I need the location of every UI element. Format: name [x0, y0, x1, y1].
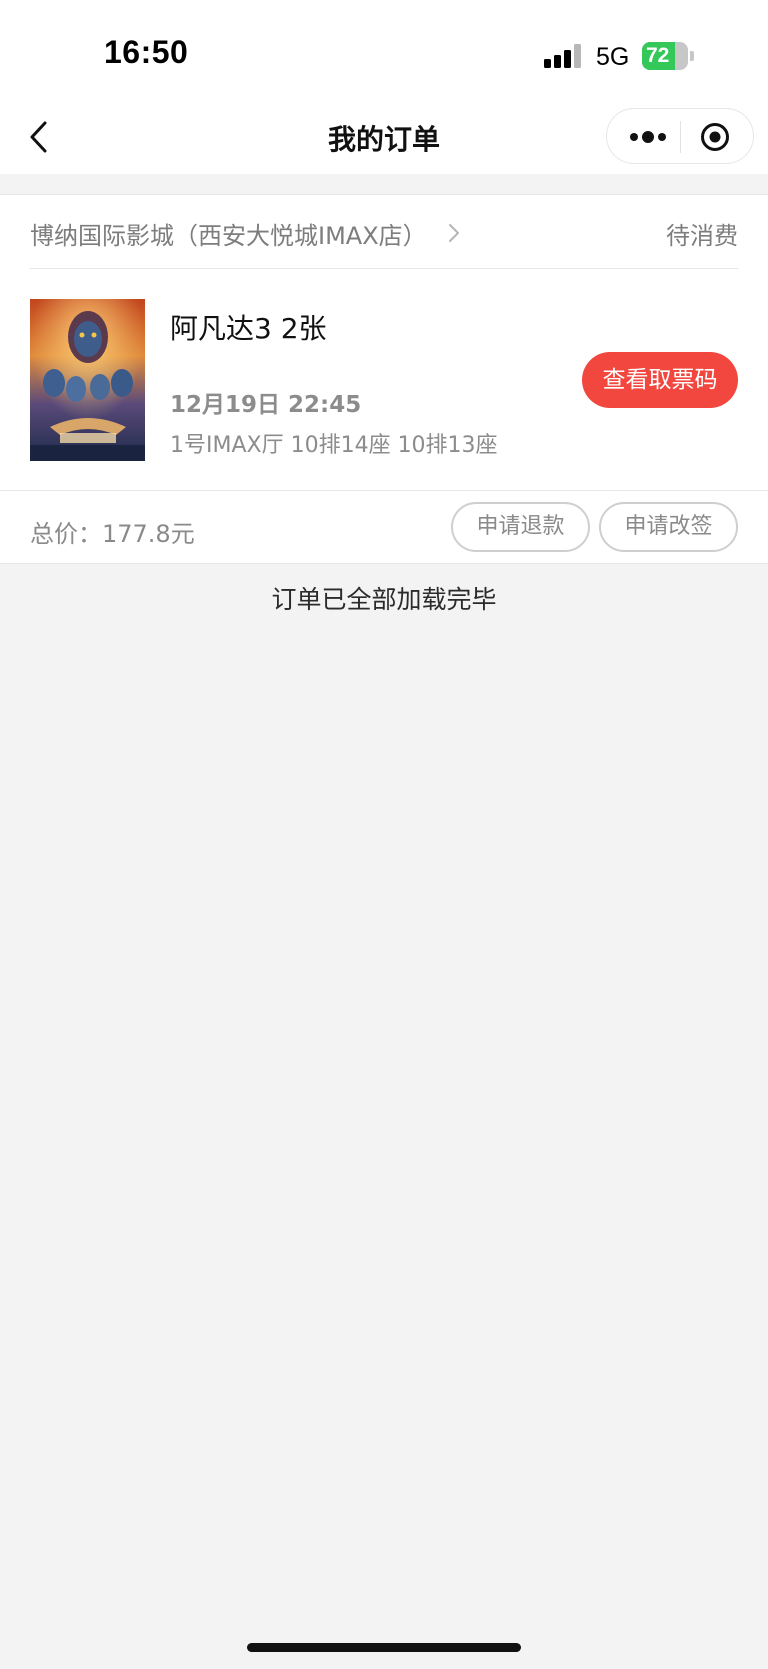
total-price: 总价：177.8元 — [30, 520, 195, 548]
seat-info: 1号IMAX厅 10排14座 10排13座 — [170, 433, 498, 458]
chevron-right-icon — [449, 224, 459, 242]
battery-percentage: 72 — [646, 44, 670, 67]
movie-poster[interactable] — [30, 299, 145, 461]
cinema-name[interactable]: 博纳国际影城（西安大悦城IMAX店） — [30, 216, 427, 251]
navigation-bar: 我的订单 — [0, 100, 768, 174]
list-end-message: 订单已全部加载完毕 — [271, 585, 497, 614]
refund-button[interactable]: 申请退款 — [451, 502, 590, 552]
order-status: 待消费 — [666, 222, 738, 250]
cellular-signal-icon — [544, 44, 581, 68]
order-card: 博纳国际影城（西安大悦城IMAX店） 待消费 阿凡达3 2张 12月19日 22… — [0, 194, 768, 564]
reschedule-button[interactable]: 申请改签 — [599, 502, 738, 552]
target-circle-icon[interactable] — [699, 121, 731, 153]
view-ticket-code-button[interactable]: 查看取票码 — [582, 352, 738, 408]
home-indicator[interactable] — [247, 1643, 521, 1652]
network-type: 5G — [596, 43, 630, 71]
divider — [0, 490, 768, 491]
miniprogram-capsule — [606, 108, 754, 164]
more-dots-icon[interactable] — [627, 121, 669, 153]
cinema-row[interactable]: 博纳国际影城（西安大悦城IMAX店） 待消费 — [30, 195, 738, 269]
showtime: 12月19日 22:45 — [170, 392, 362, 418]
movie-title: 阿凡达3 2张 — [170, 312, 327, 345]
battery-icon: 72 — [642, 42, 694, 70]
status-time: 16:50 — [104, 34, 189, 70]
status-bar: 16:50 5G 72 — [0, 0, 768, 100]
